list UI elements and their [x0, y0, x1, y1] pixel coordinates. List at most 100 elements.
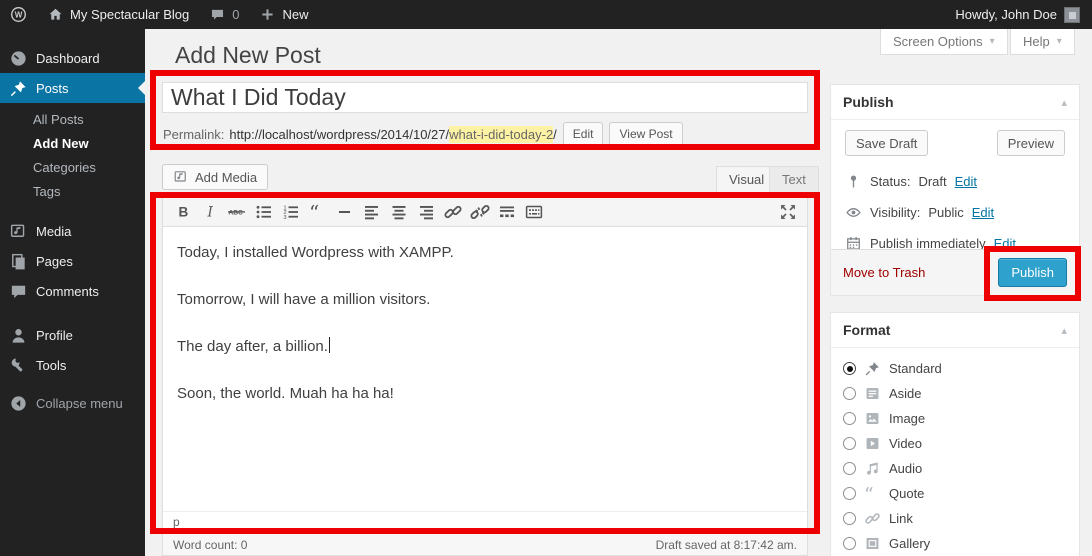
format-label: Aside — [889, 386, 922, 401]
help-tab[interactable]: Help ▾ — [1010, 29, 1075, 55]
align-center-icon[interactable] — [385, 200, 412, 224]
aside-icon — [864, 385, 881, 402]
editor-paragraph: Tomorrow, I will have a million visitors… — [177, 289, 793, 310]
help-label: Help — [1023, 34, 1050, 49]
align-left-icon[interactable] — [358, 200, 385, 224]
tab-text[interactable]: Text — [769, 166, 819, 193]
audio-icon — [864, 460, 881, 477]
edit-permalink-button[interactable]: Edit — [563, 122, 604, 146]
sidebar-item-pages[interactable]: Pages — [0, 246, 145, 276]
editor-paragraph: Today, I installed Wordpress with XAMPP. — [177, 242, 793, 263]
sidebar-item-collapse-menu[interactable]: Collapse menu — [0, 388, 145, 418]
add-media-button[interactable]: Add Media — [162, 164, 268, 190]
format-label: Quote — [889, 486, 924, 501]
submenu-item-tags[interactable]: Tags — [0, 180, 145, 204]
edit-visibility-link[interactable]: Edit — [972, 205, 994, 220]
strikethrough-icon[interactable]: ABC — [223, 200, 250, 224]
bold-icon[interactable]: B — [169, 200, 196, 224]
preview-button[interactable]: Preview — [997, 130, 1065, 156]
howdy-text: Howdy, John Doe — [955, 7, 1057, 22]
status-row: Status: Draft Edit — [831, 166, 1079, 197]
save-draft-button[interactable]: Save Draft — [845, 130, 928, 156]
remove-link-icon[interactable] — [466, 200, 493, 224]
screen-options-tab[interactable]: Screen Options ▾ — [880, 29, 1008, 55]
format-label: Image — [889, 411, 925, 426]
visibility-eye-icon — [845, 204, 862, 221]
svg-text:B: B — [178, 204, 188, 219]
publish-box-body: Save Draft Preview Status: Draft Edit Vi… — [831, 120, 1079, 267]
format-option-link: Link — [831, 506, 1079, 531]
svg-text:“: “ — [864, 485, 874, 502]
publish-box-title: Publish — [843, 94, 894, 110]
svg-text:“: “ — [309, 202, 319, 222]
editor-element-path: p — [163, 511, 807, 532]
insert-link-icon[interactable] — [439, 200, 466, 224]
format-box-body: Standard Aside Image — [831, 348, 1079, 556]
comments-menu[interactable]: 0 — [199, 0, 249, 29]
submenu-item-add-new[interactable]: Add New — [0, 132, 145, 156]
sidebar-item-tools[interactable]: Tools — [0, 350, 145, 380]
chevron-down-icon: ▾ — [990, 36, 995, 47]
italic-icon[interactable]: I — [196, 200, 223, 224]
radio-quote[interactable] — [843, 487, 856, 500]
format-option-aside: Aside — [831, 381, 1079, 406]
visibility-value: Public — [928, 205, 963, 220]
radio-standard[interactable] — [843, 362, 856, 375]
editor-content-area[interactable]: Today, I installed Wordpress with XAMPP.… — [163, 227, 807, 511]
permalink-slug: what-i-did-today-2 — [449, 126, 553, 143]
sidebar-item-comments[interactable]: Comments — [0, 276, 145, 306]
blockquote-icon[interactable]: “ — [304, 200, 331, 224]
status-value: Draft — [918, 174, 946, 189]
toolbar-toggle-icon[interactable] — [520, 200, 547, 224]
format-option-gallery: Gallery — [831, 531, 1079, 556]
format-option-image: Image — [831, 406, 1079, 431]
account-menu[interactable]: Howdy, John Doe — [955, 7, 1092, 23]
site-name-menu[interactable]: My Spectacular Blog — [37, 0, 199, 29]
align-right-icon[interactable] — [412, 200, 439, 224]
view-post-button[interactable]: View Post — [609, 122, 682, 146]
pages-icon — [9, 252, 28, 271]
sidebar-item-dashboard[interactable]: Dashboard — [0, 43, 145, 73]
draft-saved-status: Draft saved at 8:17:42 am. — [656, 538, 797, 552]
numbered-list-icon[interactable]: 123 — [277, 200, 304, 224]
format-option-audio: Audio — [831, 456, 1079, 481]
active-menu-arrow — [131, 81, 145, 95]
toggle-up-icon[interactable]: ▴ — [1061, 96, 1067, 109]
new-content-menu[interactable]: New — [249, 0, 318, 29]
comments-bubble-icon — [209, 6, 226, 23]
radio-gallery[interactable] — [843, 537, 856, 550]
post-status-info: Word count: 0 Draft saved at 8:17:42 am. — [162, 533, 808, 556]
tab-visual[interactable]: Visual — [716, 166, 777, 193]
sidebar-label: Tools — [36, 358, 66, 373]
gallery-icon — [864, 535, 881, 552]
toggle-up-icon[interactable]: ▴ — [1061, 324, 1067, 337]
comments-icon — [9, 282, 28, 301]
radio-video[interactable] — [843, 437, 856, 450]
sidebar-item-profile[interactable]: Profile — [0, 320, 145, 350]
media-icon — [173, 169, 189, 185]
radio-image[interactable] — [843, 412, 856, 425]
editor-paragraph: Soon, the world. Muah ha ha ha! — [177, 383, 793, 404]
bulleted-list-icon[interactable] — [250, 200, 277, 224]
sidebar-item-media[interactable]: Media — [0, 216, 145, 246]
horizontal-rule-icon[interactable] — [331, 200, 358, 224]
editor-paragraph: The day after, a billion. — [177, 336, 793, 357]
edit-status-link[interactable]: Edit — [955, 174, 977, 189]
submenu-item-categories[interactable]: Categories — [0, 156, 145, 180]
wordpress-menu[interactable]: W — [0, 0, 37, 29]
move-to-trash-link[interactable]: Move to Trash — [843, 265, 925, 280]
insert-more-tag-icon[interactable] — [493, 200, 520, 224]
submenu-item-all-posts[interactable]: All Posts — [0, 108, 145, 132]
fullscreen-icon[interactable] — [774, 200, 801, 224]
sidebar-item-posts[interactable]: Posts — [0, 73, 145, 103]
radio-link[interactable] — [843, 512, 856, 525]
format-box-header[interactable]: Format ▴ — [831, 313, 1079, 348]
new-label: New — [282, 7, 308, 22]
radio-audio[interactable] — [843, 462, 856, 475]
post-title-input[interactable] — [162, 82, 808, 113]
tools-icon — [9, 356, 28, 375]
publish-button[interactable]: Publish — [998, 258, 1067, 287]
publish-box-header[interactable]: Publish ▴ — [831, 85, 1079, 120]
radio-aside[interactable] — [843, 387, 856, 400]
home-icon — [47, 6, 64, 23]
